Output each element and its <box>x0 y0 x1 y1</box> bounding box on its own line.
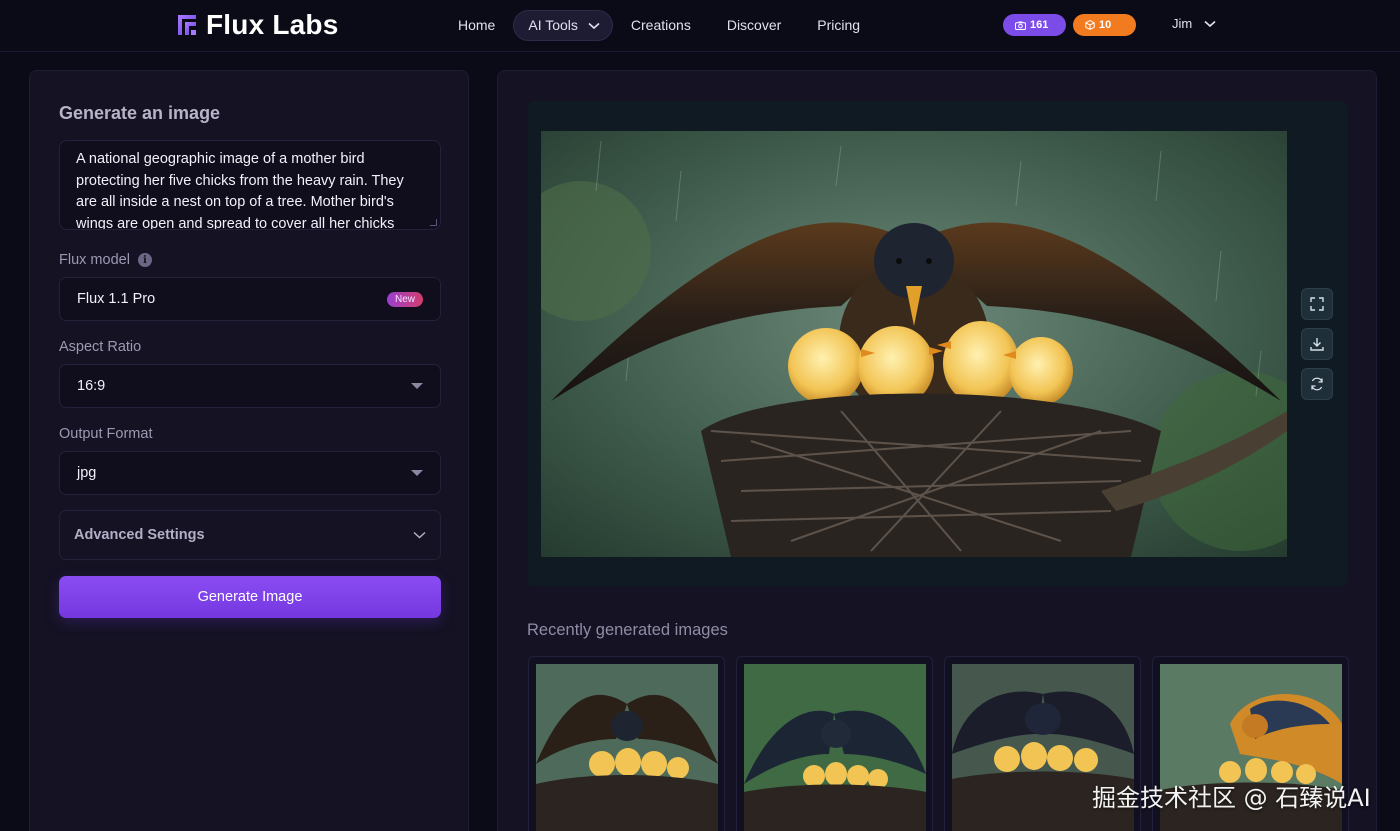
recent-image-card[interactable] <box>736 656 933 831</box>
regenerate-button[interactable] <box>1301 368 1333 400</box>
generated-image[interactable] <box>541 131 1287 557</box>
recent-image-card[interactable] <box>528 656 725 831</box>
tokens-count: 10 <box>1099 19 1112 31</box>
prompt-text: A national geographic image of a mother … <box>76 151 404 230</box>
user-name: Jim <box>1172 16 1193 31</box>
preview-frame <box>528 101 1348 586</box>
generate-image-button[interactable]: Generate Image <box>59 576 441 618</box>
tokens-badge[interactable]: 10 <box>1073 14 1136 36</box>
nav-ai-tools-label: AI Tools <box>528 17 578 33</box>
aspect-ratio-value: 16:9 <box>77 378 106 394</box>
chevron-down-icon <box>588 22 600 29</box>
expand-icon <box>1310 297 1324 311</box>
nav-ai-tools[interactable]: AI Tools <box>513 10 613 41</box>
camera-icon <box>1015 21 1026 30</box>
prompt-textarea[interactable]: A national geographic image of a mother … <box>59 140 441 230</box>
resize-handle-icon[interactable] <box>430 219 437 226</box>
output-format-label: Output Format <box>59 426 153 442</box>
top-navbar: Flux Labs Home AI Tools Creations Discov… <box>0 0 1400 52</box>
main-nav: Home AI Tools Creations Discover Pricing <box>440 10 878 41</box>
recent-images-title: Recently generated images <box>527 621 728 639</box>
chevron-down-icon <box>413 531 426 539</box>
nav-discover[interactable]: Discover <box>709 10 799 41</box>
credits-badge[interactable]: 161 <box>1003 14 1066 36</box>
nav-creations[interactable]: Creations <box>613 10 709 41</box>
nav-home[interactable]: Home <box>440 10 513 41</box>
model-label: Flux model i <box>59 252 152 268</box>
expand-button[interactable] <box>1301 288 1333 320</box>
preview-panel: Recently generated images <box>497 70 1377 831</box>
nav-pricing[interactable]: Pricing <box>799 10 878 41</box>
advanced-settings-toggle[interactable]: Advanced Settings <box>59 510 441 560</box>
info-icon[interactable]: i <box>137 253 152 267</box>
recent-image-thumbnail <box>744 664 926 831</box>
caret-down-icon <box>411 470 423 476</box>
model-label-text: Flux model <box>59 252 130 268</box>
aspect-ratio-select[interactable]: 16:9 <box>59 364 441 408</box>
brand-name: Flux Labs <box>206 9 339 40</box>
model-value: Flux 1.1 Pro <box>77 291 156 307</box>
aspect-ratio-label: Aspect Ratio <box>59 339 142 355</box>
download-button[interactable] <box>1301 328 1333 360</box>
advanced-settings-label: Advanced Settings <box>74 527 205 543</box>
bird-nest-illustration <box>541 131 1287 557</box>
watermark-text: 掘金技术社区 @ 石臻说AI <box>1092 784 1371 812</box>
user-menu[interactable]: Jim <box>1172 16 1216 31</box>
output-format-select[interactable]: jpg <box>59 451 441 495</box>
credits-count: 161 <box>1030 19 1049 31</box>
flux-logo-icon <box>178 15 196 35</box>
generation-form-panel: Generate an image A national geographic … <box>29 70 469 831</box>
output-format-value: jpg <box>77 465 97 481</box>
recent-image-thumbnail <box>536 664 718 831</box>
chevron-down-icon <box>1204 20 1216 27</box>
model-select[interactable]: Flux 1.1 Pro New <box>59 277 441 321</box>
form-title: Generate an image <box>59 103 221 123</box>
caret-down-icon <box>411 383 423 389</box>
cube-icon <box>1085 20 1095 30</box>
brand-logo[interactable]: Flux Labs <box>176 9 339 41</box>
download-icon <box>1310 338 1324 351</box>
refresh-icon <box>1311 377 1323 391</box>
new-badge: New <box>386 291 423 307</box>
